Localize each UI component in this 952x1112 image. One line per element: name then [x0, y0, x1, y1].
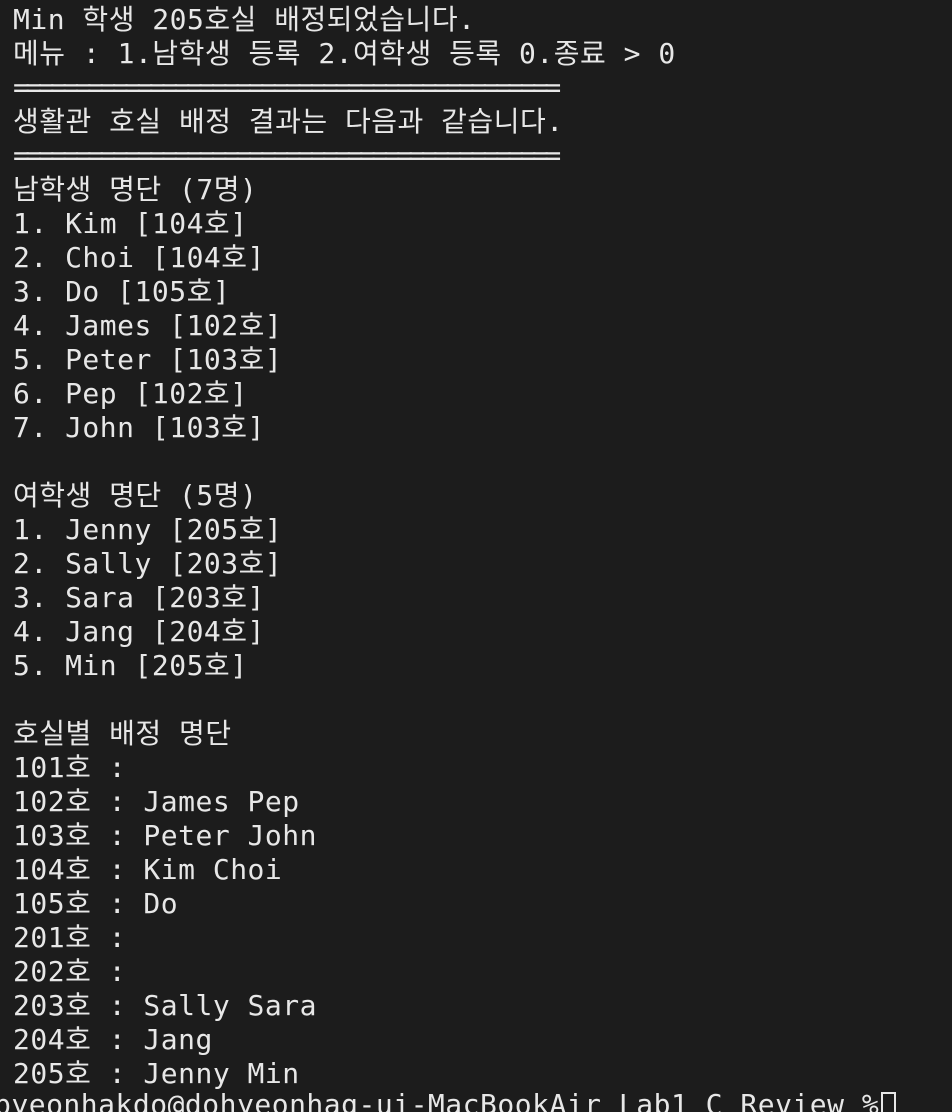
prompt-text: byeonhakdo@dohyeonhag-ui-MacBookAir Lab1… [0, 1088, 880, 1112]
output-line: 202호 : [13, 955, 127, 988]
output-line: 4. Jang [204호] [13, 615, 265, 648]
output-line: 201호 : [13, 921, 127, 954]
separator-line: ========================================… [13, 139, 561, 172]
output-line: 메뉴 : 1.남학생 등록 2.여학생 등록 0.종료 > 0 [13, 37, 676, 70]
output-line: 203호 : Sally Sara [13, 989, 317, 1022]
output-line: 호실별 배정 명단 [13, 717, 232, 750]
output-line: Min 학생 205호실 배정되었습니다. [13, 3, 476, 36]
output-line: 102호 : James Pep [13, 785, 300, 818]
terminal-window[interactable]: Min 학생 205호실 배정되었습니다. 메뉴 : 1.남학생 등록 2.여학생… [0, 0, 952, 1112]
output-line: 1. Jenny [205호] [13, 513, 283, 546]
output-line: 103호 : Peter John [13, 819, 317, 852]
output-line: 2. Choi [104호] [13, 241, 265, 274]
output-line: 6. Pep [102호] [13, 377, 248, 410]
output-line: 5. Peter [103호] [13, 343, 283, 376]
output-line: 남학생 명단 (7명) [13, 173, 258, 206]
output-line: 생활관 호실 배정 결과는 다음과 같습니다. [13, 105, 564, 138]
output-line: 3. Sara [203호] [13, 581, 265, 614]
terminal-prompt-line[interactable]: byeonhakdo@dohyeonhag-ui-MacBookAir Lab1… [0, 1088, 897, 1112]
output-line: 7. John [103호] [13, 411, 265, 444]
output-line: 여학생 명단 (5명) [13, 479, 258, 512]
cursor [881, 1092, 897, 1112]
output-line: 104호 : Kim Choi [13, 853, 283, 886]
output-line: 4. James [102호] [13, 309, 283, 342]
output-line: 205호 : Jenny Min [13, 1057, 300, 1090]
output-line: 3. Do [105호] [13, 275, 231, 308]
output-line: 5. Min [205호] [13, 649, 248, 682]
terminal-output: Min 학생 205호실 배정되었습니다. 메뉴 : 1.남학생 등록 2.여학생… [13, 3, 952, 1091]
output-line: 2. Sally [203호] [13, 547, 283, 580]
output-line: 105호 : Do [13, 887, 179, 920]
output-line: 101호 : [13, 751, 127, 784]
output-line: 204호 : Jang [13, 1023, 213, 1056]
output-line: 1. Kim [104호] [13, 207, 248, 240]
separator-line: ========================================… [13, 71, 561, 104]
